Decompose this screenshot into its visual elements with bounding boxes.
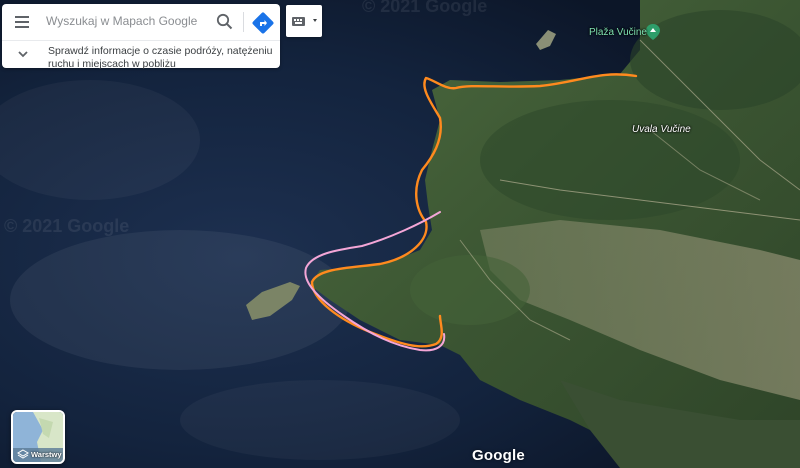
layers-button[interactable]: Warstwy [11,410,65,464]
menu-icon[interactable] [12,12,34,30]
search-divider [243,12,244,32]
search-input[interactable] [46,10,206,32]
place-label-bay[interactable]: Uvala Vučine [632,124,691,135]
map-watermark: © 2021 Google [362,0,488,16]
travel-info-text: Sprawdź informacje o czasie podróży, nat… [48,45,273,70]
chevron-down-icon[interactable] [16,49,30,61]
map-watermark: © 2021 Google [4,216,130,236]
travel-info-row[interactable]: Sprawdź informacje o czasie podróży, nat… [2,40,280,70]
keyboard-button[interactable] [286,5,322,37]
search-card: Sprawdź informacje o czasie podróży, nat… [2,4,280,70]
search-icon[interactable] [214,11,236,33]
search-row [2,4,280,38]
google-logo: Google [472,447,525,464]
map-pin-icon[interactable] [646,24,660,40]
place-label-beach[interactable]: Plaža Vučine [589,27,647,38]
directions-icon[interactable] [252,12,274,34]
cloud-haze [180,380,460,460]
layers-label: Warstwy [31,450,62,459]
forest-patch [480,100,740,220]
forest-patch [410,255,530,325]
cloud-haze [10,230,350,370]
keyboard-icon [292,17,317,26]
